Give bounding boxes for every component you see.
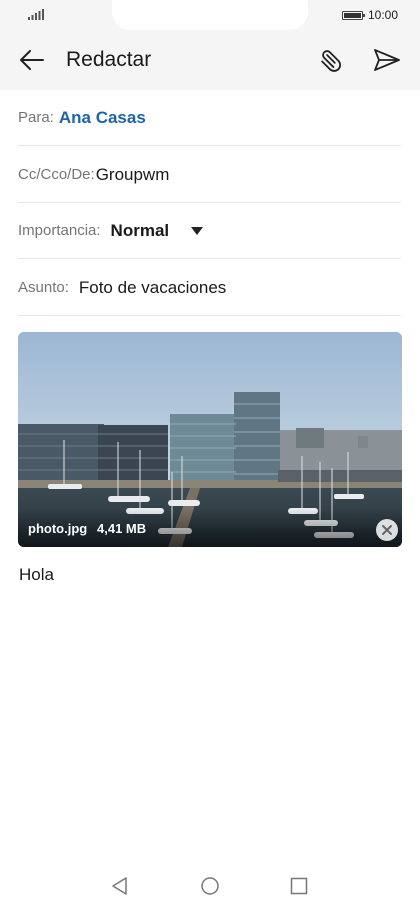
signal-icon	[28, 9, 44, 20]
dropdown-arrow-icon	[191, 226, 204, 235]
importance-dropdown[interactable]: Normal	[111, 221, 204, 241]
back-arrow-icon	[20, 50, 44, 70]
send-icon	[374, 49, 400, 71]
status-time: 10:00	[367, 8, 398, 22]
to-recipient-chip[interactable]: Ana Casas	[59, 108, 146, 128]
subject-field[interactable]: Asunto: Foto de vacaciones	[18, 260, 401, 316]
subject-label: Asunto:	[18, 279, 69, 296]
importance-value: Normal	[110, 220, 170, 240]
importance-field: Importancia: Normal	[18, 203, 401, 259]
attachment-file-size: 4,41 MB	[97, 521, 147, 536]
back-button[interactable]	[18, 46, 46, 74]
nav-recent-apps-icon[interactable]	[289, 876, 309, 896]
cc-label: Cc/Cco/De:	[18, 166, 95, 183]
cc-bcc-from-field[interactable]: Cc/Cco/De: Groupwm	[18, 147, 401, 203]
attachment-file-name: photo.jpg	[28, 521, 88, 536]
app-bar: Redactar	[0, 32, 420, 88]
remove-attachment-button[interactable]	[376, 519, 398, 541]
nav-home-icon[interactable]	[200, 876, 220, 896]
subject-input[interactable]: Foto de vacaciones	[79, 278, 226, 298]
message-body[interactable]: Hola	[19, 565, 399, 585]
page-title: Redactar	[66, 48, 152, 71]
top-header: 10:00 Redactar	[0, 0, 420, 90]
close-icon	[382, 525, 392, 535]
send-button[interactable]	[372, 46, 402, 74]
camera-notch	[112, 0, 308, 30]
importance-label: Importancia:	[18, 222, 101, 239]
attachment-card[interactable]: photo.jpg 4,41 MB	[18, 332, 402, 547]
battery-icon	[341, 10, 365, 20]
system-nav-bar	[0, 862, 420, 910]
cc-value: Groupwm	[95, 164, 170, 184]
attach-button[interactable]	[318, 46, 346, 74]
paperclip-icon	[321, 50, 341, 72]
to-label: Para:	[18, 109, 54, 126]
status-right: 10:00	[341, 7, 398, 23]
nav-back-icon[interactable]	[110, 876, 130, 896]
to-field[interactable]: Para: Ana Casas	[18, 90, 401, 146]
